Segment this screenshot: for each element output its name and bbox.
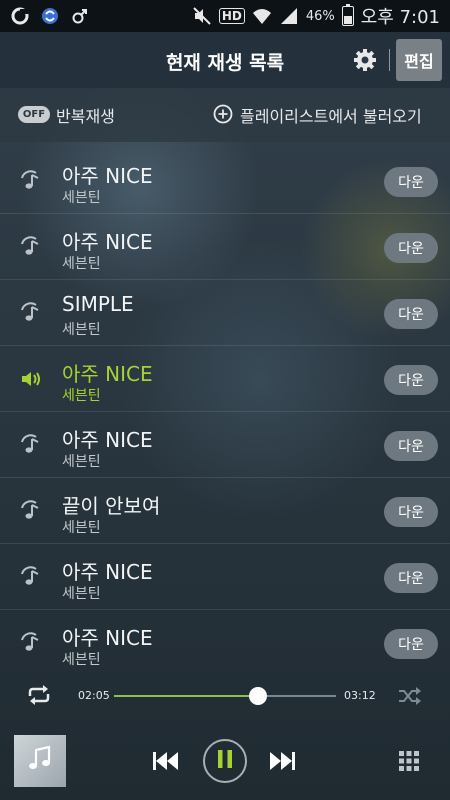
song-title: 아주 NICE bbox=[62, 626, 153, 650]
player-controls bbox=[0, 718, 450, 800]
song-artist: 세븐틴 bbox=[62, 586, 101, 602]
download-button[interactable]: 다운 bbox=[384, 629, 438, 659]
hd-icon: HD bbox=[218, 8, 245, 24]
repeat-icon[interactable] bbox=[25, 684, 53, 706]
song-artist: 세븐틴 bbox=[62, 322, 101, 338]
page-title: 현재 재생 목록 bbox=[165, 52, 285, 74]
download-button[interactable]: 다운 bbox=[384, 299, 438, 329]
list-item[interactable]: SIMPLE 세븐틴 다운 bbox=[0, 280, 450, 346]
clock: 오후 7:01 bbox=[360, 7, 440, 28]
status-bar: HD 46% 오후 7:01 bbox=[0, 0, 450, 32]
wifi-icon bbox=[252, 6, 272, 26]
song-title: 아주 NICE bbox=[62, 560, 153, 584]
progress-bar-area: 02:05 03:12 bbox=[0, 674, 450, 718]
music-note-icon bbox=[20, 302, 44, 324]
song-artist: 세븐틴 bbox=[62, 190, 101, 206]
mute-icon bbox=[192, 6, 212, 26]
gender-icon bbox=[70, 6, 90, 26]
signal-icon bbox=[279, 6, 299, 26]
speaker-playing-icon bbox=[20, 368, 44, 390]
repeat-label: 반복재생 bbox=[56, 107, 115, 126]
music-note-icon bbox=[20, 434, 44, 456]
repeat-toggle[interactable]: OFF bbox=[18, 106, 50, 123]
header: 현재 재생 목록 편집 bbox=[0, 32, 450, 88]
grid-menu-icon[interactable] bbox=[398, 750, 420, 772]
download-button[interactable]: 다운 bbox=[384, 497, 438, 527]
song-title: 끝이 안보여 bbox=[62, 494, 161, 518]
album-art[interactable] bbox=[14, 735, 66, 787]
edit-button[interactable]: 편집 bbox=[396, 39, 442, 81]
list-item[interactable]: 아주 NICE 세븐틴 다운 bbox=[0, 148, 450, 214]
gear-icon[interactable] bbox=[352, 47, 378, 73]
song-artist: 세븐틴 bbox=[62, 256, 101, 272]
divider bbox=[389, 49, 390, 71]
previous-track-icon[interactable] bbox=[150, 749, 180, 773]
options-bar: OFF 반복재생 플레이리스트에서 불러오기 bbox=[0, 88, 450, 142]
carrier-o-icon bbox=[10, 6, 30, 26]
download-button[interactable]: 다운 bbox=[384, 431, 438, 461]
sync-icon bbox=[40, 6, 60, 26]
current-time: 02:05 bbox=[78, 689, 110, 702]
music-note-icon bbox=[20, 632, 44, 654]
download-button[interactable]: 다운 bbox=[384, 563, 438, 593]
list-item[interactable]: 아주 NICE 세븐틴 다운 bbox=[0, 412, 450, 478]
total-time: 03:12 bbox=[344, 689, 376, 702]
music-note-icon bbox=[20, 236, 44, 258]
song-artist: 세븐틴 bbox=[62, 652, 101, 668]
download-button[interactable]: 다운 bbox=[384, 167, 438, 197]
music-note-icon bbox=[25, 744, 55, 778]
list-item[interactable]: 끝이 안보여 세븐틴 다운 bbox=[0, 478, 450, 544]
music-note-icon bbox=[20, 500, 44, 522]
next-track-icon[interactable] bbox=[268, 749, 298, 773]
music-note-icon bbox=[20, 170, 44, 192]
add-circle-icon[interactable] bbox=[213, 104, 233, 124]
download-button[interactable]: 다운 bbox=[384, 233, 438, 263]
seek-bar[interactable] bbox=[114, 687, 336, 705]
list-item[interactable]: 아주 NICE 세븐틴 다운 bbox=[0, 610, 450, 675]
song-artist: 세븐틴 bbox=[62, 388, 101, 404]
song-artist: 세븐틴 bbox=[62, 454, 101, 470]
song-title: 아주 NICE bbox=[62, 164, 153, 188]
seek-bar-fill bbox=[114, 695, 259, 697]
song-title: SIMPLE bbox=[62, 292, 134, 316]
pause-icon bbox=[216, 748, 234, 774]
list-item-now-playing[interactable]: 아주 NICE 세븐틴 다운 bbox=[0, 346, 450, 412]
download-button[interactable]: 다운 bbox=[384, 365, 438, 395]
load-from-playlist-button[interactable]: 플레이리스트에서 불러오기 bbox=[240, 103, 422, 127]
battery-icon bbox=[341, 4, 354, 26]
pause-button[interactable] bbox=[203, 739, 247, 783]
music-note-icon bbox=[20, 566, 44, 588]
battery-percent: 46% bbox=[305, 8, 335, 24]
seek-thumb[interactable] bbox=[249, 687, 268, 705]
list-item[interactable]: 아주 NICE 세븐틴 다운 bbox=[0, 544, 450, 610]
song-title: 아주 NICE bbox=[62, 362, 153, 386]
song-title: 아주 NICE bbox=[62, 230, 153, 254]
list-item[interactable]: 아주 NICE 세븐틴 다운 bbox=[0, 214, 450, 280]
shuffle-icon[interactable] bbox=[398, 686, 422, 706]
song-artist: 세븐틴 bbox=[62, 520, 101, 536]
song-title: 아주 NICE bbox=[62, 428, 153, 452]
